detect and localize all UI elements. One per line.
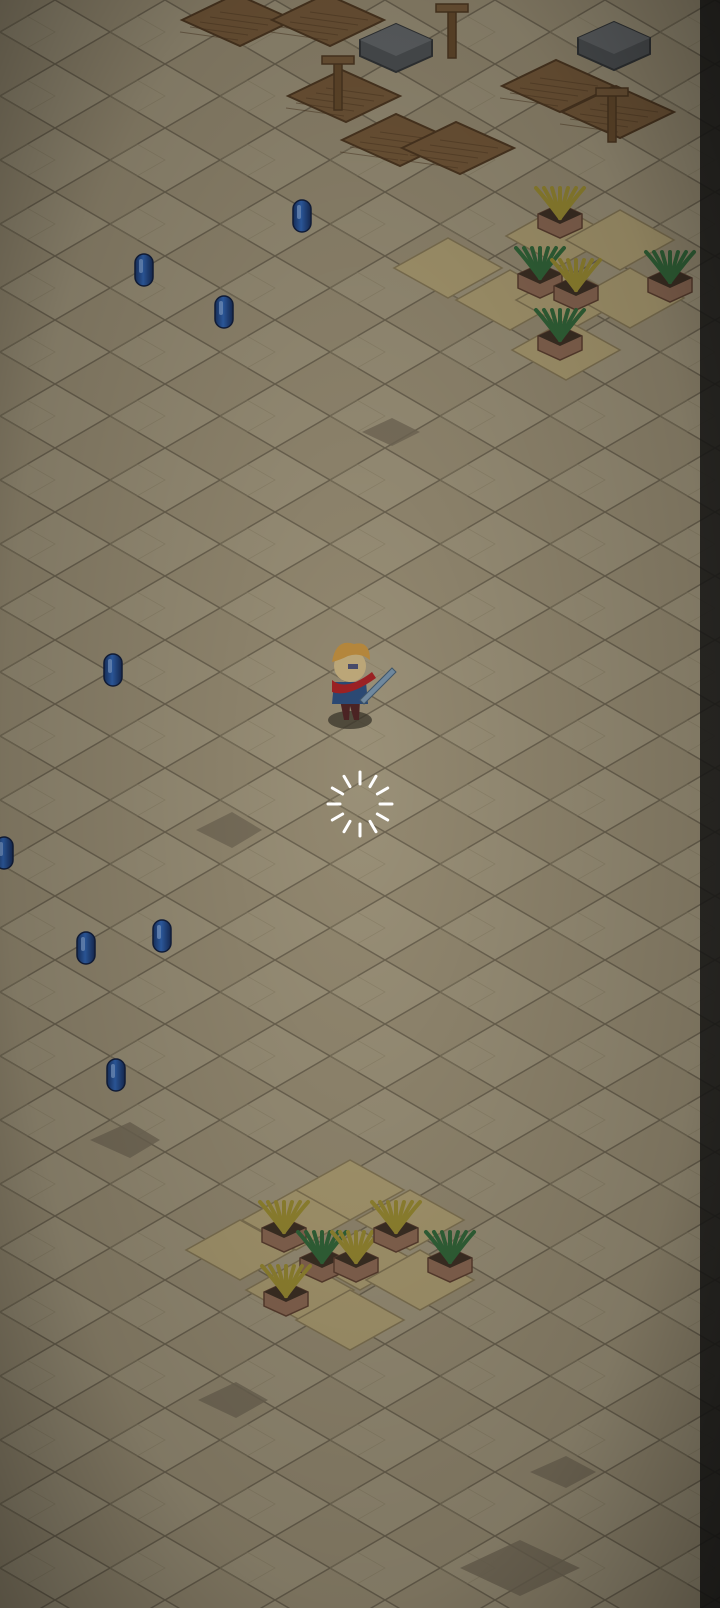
potted-plant[interactable]	[260, 1264, 312, 1317]
blue-capsule-gem[interactable]	[106, 1058, 126, 1092]
spinner-tick	[368, 774, 378, 789]
spinner-tick	[330, 786, 345, 796]
player-shadow	[328, 711, 372, 729]
potted-plant[interactable]	[424, 1230, 476, 1283]
blue-capsule-gem[interactable]	[103, 653, 123, 687]
blue-capsule-gem[interactable]	[0, 836, 14, 870]
spinner-tick	[342, 774, 352, 789]
loading-spinner-icon	[326, 770, 394, 838]
potted-plant[interactable]	[370, 1200, 422, 1253]
blue-capsule-gem[interactable]	[292, 199, 312, 233]
spinner-tick	[342, 819, 352, 834]
spinner-tick	[330, 812, 345, 822]
potted-plant[interactable]	[550, 258, 602, 311]
potted-plant[interactable]	[534, 186, 586, 239]
spinner-tick	[375, 812, 390, 822]
potted-plant[interactable]	[644, 250, 696, 303]
blue-capsule-gem[interactable]	[152, 919, 172, 953]
spinner-tick	[368, 819, 378, 834]
player-eye	[348, 664, 358, 669]
blue-capsule-gem[interactable]	[214, 295, 234, 329]
right-edge-wall	[700, 0, 720, 1608]
game-viewport[interactable]	[0, 0, 720, 1608]
blue-capsule-gem[interactable]	[76, 931, 96, 965]
potted-plant[interactable]	[330, 1230, 382, 1283]
potted-plant[interactable]	[534, 308, 586, 361]
spinner-tick	[375, 786, 390, 796]
potted-plant[interactable]	[258, 1200, 310, 1253]
blue-capsule-gem[interactable]	[134, 253, 154, 287]
